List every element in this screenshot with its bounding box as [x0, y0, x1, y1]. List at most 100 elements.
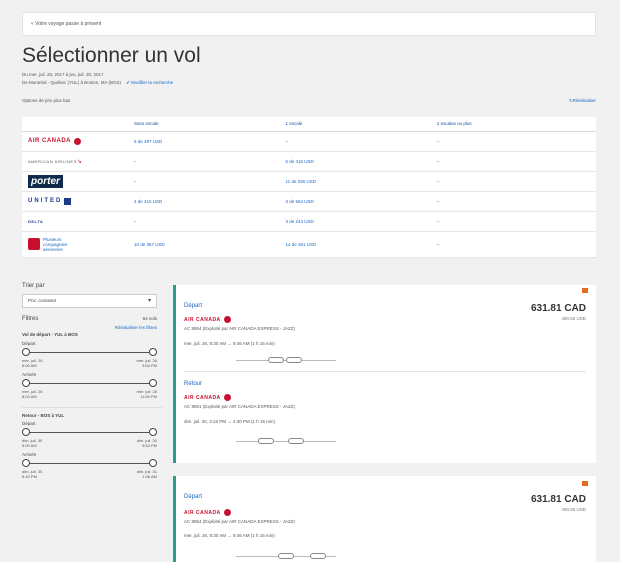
table-row: porter – 11 de 336 USD –	[22, 171, 596, 192]
modify-search-link[interactable]: ✔ Modifier la recherche	[126, 80, 173, 85]
slider-track	[26, 352, 154, 353]
airline-name: porter	[28, 174, 63, 188]
airline-logo-delta[interactable]: DELTA	[22, 211, 126, 232]
back-link[interactable]: « Votre voyage passe à présent	[31, 21, 101, 27]
range-min-time: 8:43 PM	[22, 474, 37, 479]
depart-times: mer. juil. 26, 8:30 AM → 9:46 AM (1 h 16…	[184, 341, 275, 346]
price-matrix-header: Sans escale 1 escale 2 escales ou plus	[22, 117, 596, 132]
airline-name: DELTA	[28, 218, 44, 224]
ret-arrive-slider[interactable]	[22, 459, 162, 469]
range-max-time: 11:50 PM	[140, 394, 157, 399]
filters-sidebar: Trier par Prix: croissant ▾ Filtres 64 vo…	[22, 283, 162, 479]
trip-dates: Du mer. juil. 26, 2017 à jeu. juil. 30, …	[22, 72, 104, 77]
price-value: 14 de 361 USD	[285, 241, 317, 247]
slider-track	[26, 432, 154, 433]
table-row: AIR CANADA 6 de 497 USD – –	[22, 131, 596, 152]
price-value: 6 de 497 USD	[134, 138, 163, 144]
flight-result-card[interactable]: Départ 631.81 CAD 490.55 USD AIR CANADA …	[173, 476, 596, 562]
reset-filters-link[interactable]: Réinitialiser les filtres	[22, 325, 157, 330]
ret-depart-range-times: 5:00 AM 9:53 PM	[22, 443, 157, 448]
price-cell: –	[126, 171, 278, 192]
range-min-time: 5:00 AM	[22, 443, 37, 448]
depart-times: mer. juil. 26, 8:30 AM → 9:46 AM (1 h 16…	[184, 533, 275, 538]
depart-airline-logo: AIR CANADA	[184, 509, 231, 516]
price-cell: –	[277, 131, 429, 152]
price-cell[interactable]: 10 de 357 USD	[126, 231, 278, 258]
price-value: 3 de 243 USD	[285, 218, 314, 224]
airline-name: AIR CANADA	[28, 138, 71, 145]
price-cell: –	[126, 151, 278, 172]
trip-route: De Montréal - Québec (YUL) à Boston, MA …	[22, 80, 122, 85]
ret-depart-label: Départ	[22, 421, 36, 426]
ret-depart-slider[interactable]	[22, 428, 162, 438]
slider-handle-max[interactable]	[149, 379, 157, 387]
slider-track	[26, 383, 154, 384]
price-cell[interactable]: 4 de 415 USD	[126, 191, 278, 212]
sort-select[interactable]: Prix: croissant ▾	[22, 294, 157, 308]
table-row: DELTA – 3 de 243 USD –	[22, 211, 596, 232]
page-title: Sélectionner un vol	[22, 44, 201, 67]
price-usd: 490.55 USD	[561, 507, 586, 512]
price-options-title: Options de prix plus bas	[22, 98, 71, 103]
return-section-title: Retour - BOS à YUL	[22, 407, 162, 418]
airport-pill-bos	[258, 438, 274, 444]
airline-name: UNITED	[28, 198, 63, 205]
header-two-stops[interactable]: 2 escales ou plus	[428, 117, 596, 132]
slider-handle-min[interactable]	[22, 428, 30, 436]
maple-leaf-icon	[74, 137, 81, 145]
price-value: 11 de 336 USD	[285, 178, 316, 184]
header-nonstop[interactable]: Sans escale	[126, 117, 278, 132]
airport-pill-bos	[286, 357, 302, 363]
sort-label: Trier par	[22, 283, 45, 289]
price-cell[interactable]: 3 de 564 USD	[277, 191, 429, 212]
slider-handle-max[interactable]	[149, 348, 157, 356]
flight-result-card[interactable]: Départ 631.81 CAD 490.55 USD AIR CANADA …	[173, 285, 596, 463]
price-cell[interactable]: 14 de 361 USD	[277, 231, 429, 258]
airport-pill-yul	[288, 438, 304, 444]
airline-logo-porter[interactable]: porter	[22, 171, 126, 192]
price-cell[interactable]: 11 de 336 USD	[277, 171, 429, 192]
depart-label: Départ	[22, 341, 36, 346]
slider-handle-min[interactable]	[22, 348, 30, 356]
airline-logo-air-canada[interactable]: AIR CANADA	[22, 131, 126, 152]
back-bar[interactable]: « Votre voyage passe à présent	[22, 12, 596, 36]
filters-header: Filtres 64 vols	[22, 316, 157, 322]
slider-handle-min[interactable]	[22, 459, 30, 467]
slider-handle-max[interactable]	[149, 459, 157, 467]
price-cell: –	[428, 231, 596, 258]
slider-handle-max[interactable]	[149, 428, 157, 436]
price-cell[interactable]: 6 de 416 USD	[277, 151, 429, 172]
maple-leaf-icon	[223, 509, 231, 516]
range-min-time: 6:00 AM	[22, 363, 37, 368]
price: 631.81 CAD	[530, 494, 586, 505]
depart-flight-info: AC 8954 (Exploité par AIR CANADA EXPRESS…	[184, 519, 296, 524]
arrive-label: Arrivée	[22, 372, 37, 377]
price-cell[interactable]: 3 de 243 USD	[277, 211, 429, 232]
reset-link[interactable]: ↻Réinitialiser	[569, 98, 596, 104]
airline-logo-multiple[interactable]: Plusieurs compagnies aériennes	[22, 231, 126, 258]
header-one-stop[interactable]: 1 escale	[277, 117, 429, 132]
arrive-slider[interactable]	[22, 379, 162, 389]
filters-label: Filtres	[22, 316, 39, 322]
price-value: 6 de 416 USD	[285, 158, 314, 164]
airport-pill-yul	[268, 357, 284, 363]
depart-range-times: 6:00 AM 9:50 PM	[22, 363, 157, 368]
airline-logo-united[interactable]: UNITED	[22, 191, 126, 212]
airport-pill-bos	[310, 553, 326, 559]
depart-slider[interactable]	[22, 348, 162, 358]
airline-logo-american[interactable]: AMERICAN AIRLINES↘	[22, 151, 126, 172]
price-cell: –	[428, 191, 596, 212]
range-max-time: 9:53 PM	[142, 443, 157, 448]
maple-leaf-icon	[223, 394, 231, 401]
price-value: 4 de 415 USD	[134, 198, 163, 204]
price-cell[interactable]: 6 de 497 USD	[126, 131, 278, 152]
table-row: Plusieurs compagnies aériennes 10 de 357…	[22, 231, 596, 258]
timeline-line	[236, 441, 336, 442]
range-min-time: 8:03 AM	[22, 394, 37, 399]
price-value: 3 de 564 USD	[285, 198, 314, 204]
airline-name: AIR CANADA	[184, 509, 221, 516]
slider-handle-min[interactable]	[22, 379, 30, 387]
outbound-section-title: Vol de départ - YUL à BOS	[22, 332, 78, 337]
reset-label: Réinitialiser	[572, 98, 596, 103]
table-row: UNITED 4 de 415 USD 3 de 564 USD –	[22, 191, 596, 212]
